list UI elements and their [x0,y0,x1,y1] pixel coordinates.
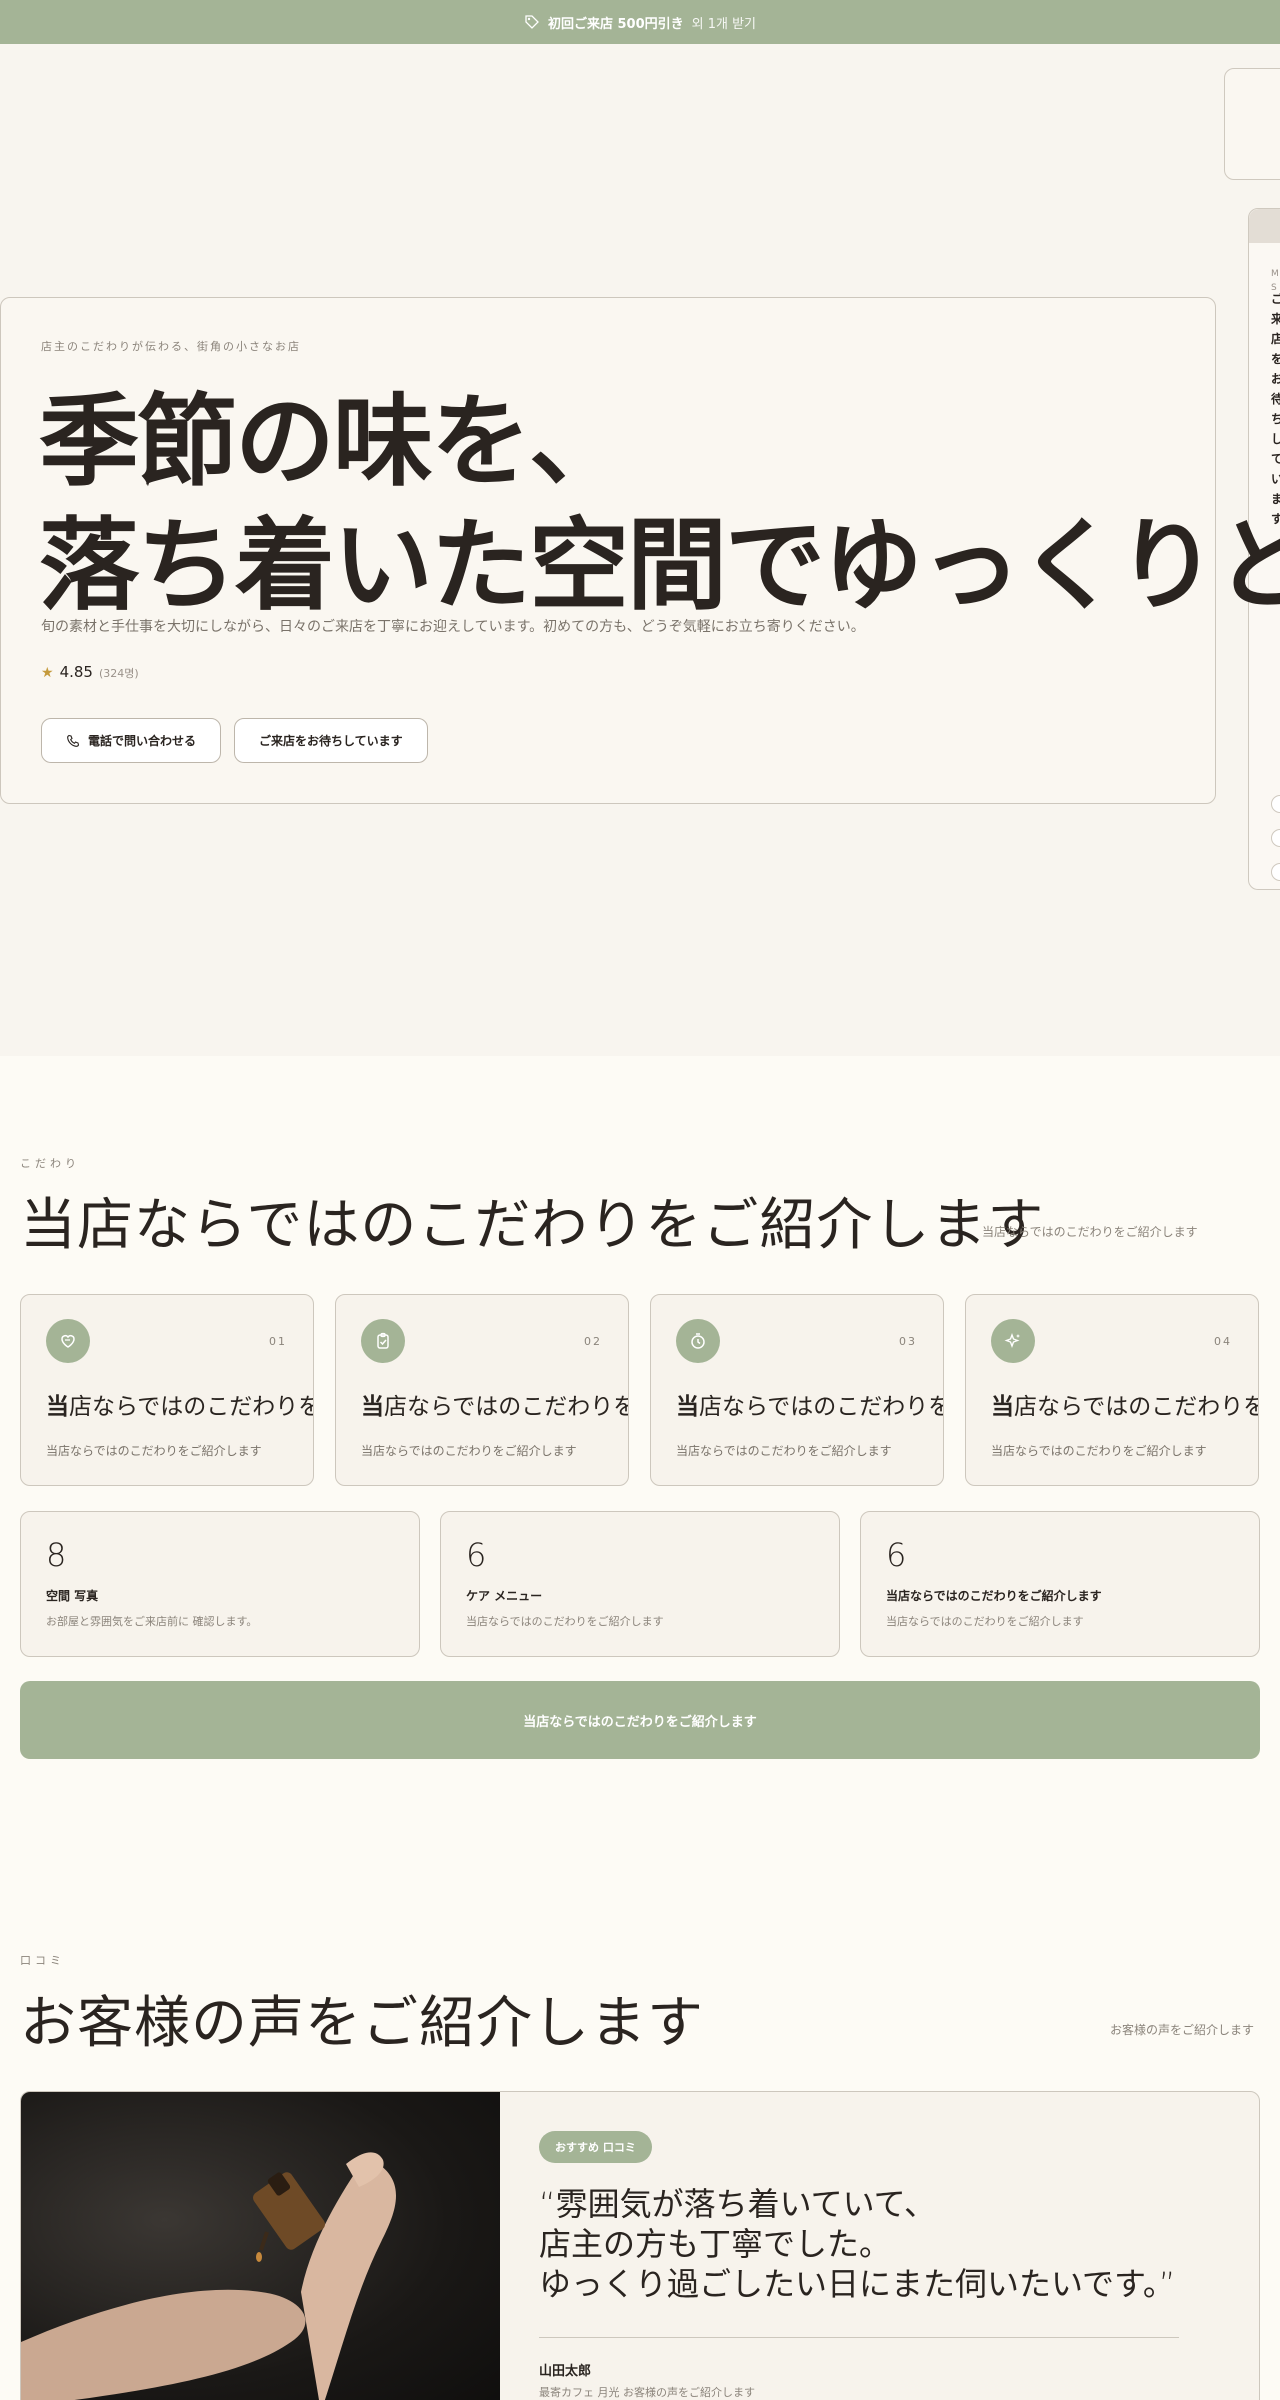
panel-option[interactable] [1271,795,1280,813]
review-photo [21,2092,500,2400]
feature-number: 04 [1214,1335,1232,1348]
reviews-title: お客様の声をご紹介します [20,1991,704,2056]
feature-card[interactable]: 01 当店ならではのこだわりをご紹介します 当店ならではのこだわりをご紹介します [20,1294,314,1486]
stat-label: ケア メニュー [466,1589,543,1603]
hero-title-line: 落ち着いた空間でゆっくりと [39,507,1280,624]
panel-handle[interactable] [1249,209,1280,243]
features-title-rest: 店ならではのこだわりをご紹介します [77,1193,1045,1258]
features-title-first: 当 [20,1193,77,1258]
hero-card: 店主のこだわりが伝わる、街角の小さなお店 季節の味を、 落ち着いた空間でゆっくり… [0,297,1280,804]
tag-icon [525,15,539,29]
reviews-subtitle: お客様の声をご紹介します [1110,2023,1255,2037]
rating-count: (324명) [98,667,139,680]
stat-number: 6 [886,1536,907,1574]
feature-card[interactable]: 04 当店ならではのこだわりをご紹介します 当店ならではのこだわりをご紹介します [965,1294,1259,1486]
timer-icon [676,1319,720,1363]
stat-label: 当店ならではのこだわりをご紹介します [886,1589,1102,1603]
stat-desc: 当店ならではのこだわりをご紹介します [886,1615,1084,1628]
rating-value: 4.85 [59,663,93,681]
promo-sub-text: 외 1개 받기 [691,16,757,32]
phone-icon [67,734,80,747]
review-quote: “雰囲気が落ち着いていて、 店主の方も丁寧でした。 ゆっくり過ごしたい日にまた伺… [539,2185,1176,2303]
features-title: 当店ならではのこだわりをご紹介します [20,1180,1044,1261]
feature-number: 02 [584,1335,602,1348]
features-subtitle: 当店ならではのこだわりをご紹介します [982,1225,1198,1239]
clipboard-check-icon [361,1319,405,1363]
hero-title-line: 季節の味を、 [39,383,629,500]
feature-desc: 当店ならではのこだわりをご紹介します [361,1444,577,1458]
star-icon: ★ [41,665,54,681]
stat-desc: 当店ならではのこだわりをご紹介します [466,1615,664,1628]
stat-desc: お部屋と雰囲気をご来店前に 確認します。 [46,1615,258,1628]
promo-text: 初回ご来店 500円引き [547,16,684,32]
call-button[interactable]: 電話で問い合わせる [41,718,222,763]
floating-card[interactable] [1224,68,1280,180]
visit-button[interactable]: ご来店をお待ちしています [234,718,428,763]
stat-card[interactable]: 6 当店ならではのこだわりをご紹介します 当店ならではのこだわりをご紹介します [860,1511,1260,1657]
hero-lead: 旬の素材と手仕事を大切にしながら、日々のご来店を丁寧にお迎えしています。初めての… [41,619,865,635]
feature-desc: 当店ならではのこだわりをご紹介します [676,1444,892,1458]
feature-number: 03 [899,1335,917,1348]
feature-title: 当店ならではのこだわりをご紹介します [991,1394,1258,1420]
features-kicker: こだわり [20,1157,80,1170]
panel-option[interactable] [1271,829,1280,847]
feature-desc: 当店ならではのこだわりをご紹介します [46,1444,262,1458]
feature-title: 当店ならではのこだわりをご紹介します [676,1394,943,1420]
sparkles-icon [991,1319,1035,1363]
visit-button-label: ご来店をお待ちしています [259,734,403,748]
feature-card[interactable]: 03 当店ならではのこだわりをご紹介します 当店ならではのこだわりをご紹介します [650,1294,944,1486]
cta-button[interactable]: 当店ならではのこだわりをご紹介します [20,1681,1260,1759]
hero-title: 季節の味を、 落ち着いた空間でゆっくりと [39,380,1280,628]
hand-dropper-image [21,2152,396,2400]
hero-buttons: 電話で問い合わせる ご来店をお待ちしています [41,718,428,763]
stat-number: 8 [46,1536,67,1574]
stat-card[interactable]: 8 空間 写真 お部屋と雰囲気をご来店前に 確認します。 [20,1511,420,1657]
stat-label: 空間 写真 [46,1589,99,1603]
hero-kicker: 店主のこだわりが伝わる、街角の小さなお店 [41,340,301,353]
feature-desc: 当店ならではのこだわりをご紹介します [991,1444,1207,1458]
reviews-kicker: 口コミ [20,1954,65,1967]
reviewer-meta: 最寄カフェ 月光 お客様の声をご紹介します [539,2386,755,2399]
reviewer-name: 山田太郎 [539,2364,592,2379]
feature-number: 01 [269,1335,287,1348]
promo-bar[interactable]: 初回ご来店 500円引き 외 1개 받기 [0,0,1280,44]
stat-card[interactable]: 6 ケア メニュー 当店ならではのこだわりをご紹介します [440,1511,840,1657]
divider [539,2337,1179,2338]
feature-title: 当店ならではのこだわりをご紹介します [46,1394,313,1420]
featured-review-card[interactable]: おすすめ 口コミ “雰囲気が落ち着いていて、 店主の方も丁寧でした。 ゆっくり過… [20,2091,1260,2400]
review-badge: おすすめ 口コミ [539,2131,652,2163]
call-button-label: 電話で問い合わせる [88,734,197,748]
feature-card[interactable]: 02 当店ならではのこだわりをご紹介します 当店ならではのこだわりをご紹介します [335,1294,629,1486]
rating: ★ 4.85 (324명) [41,663,139,681]
stat-number: 6 [466,1536,487,1574]
feature-title: 当店ならではのこだわりをご紹介します [361,1394,628,1420]
panel-option[interactable] [1271,863,1280,881]
heart-hand-icon [46,1319,90,1363]
